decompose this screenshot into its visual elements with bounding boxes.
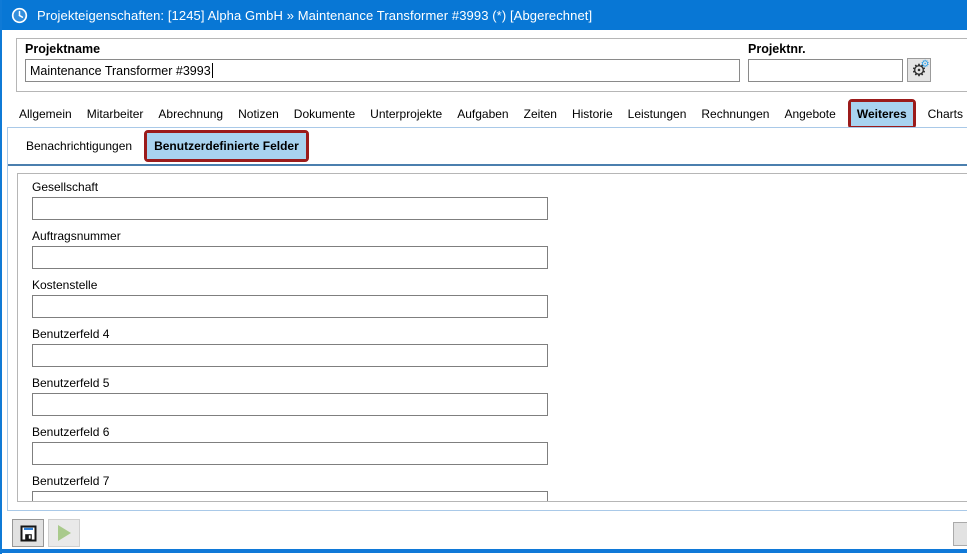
subtab-benutzerdefinierte-felder[interactable]: Benutzerdefinierte Felder [147, 133, 306, 159]
annotation-benutzerdefinierte-felder: Benutzerdefinierte Felder [144, 130, 309, 162]
project-properties-window: Projekteigenschaften: [1245] Alpha GmbH … [0, 0, 967, 554]
tab-angebote[interactable]: Angebote [781, 102, 838, 126]
field-benutzerfeld-4: Benutzerfeld 4 [32, 327, 967, 372]
field-label-benutzerfeld-6: Benutzerfeld 6 [32, 425, 967, 439]
projektname-value: Maintenance Transformer #3993 [30, 64, 211, 78]
projektname-input[interactable]: Maintenance Transformer #3993 [25, 59, 740, 82]
input-benutzerfeld-5[interactable] [32, 393, 548, 416]
field-label-auftragsnummer: Auftragsnummer [32, 229, 967, 243]
field-benutzerfeld-6: Benutzerfeld 6 [32, 425, 967, 470]
tab-unterprojekte[interactable]: Unterprojekte [367, 102, 445, 126]
window-title: Projekteigenschaften: [1245] Alpha GmbH … [37, 8, 592, 23]
tab-mitarbeiter[interactable]: Mitarbeiter [84, 102, 147, 126]
tab-aufgaben[interactable]: Aufgaben [454, 102, 511, 126]
partial-button[interactable] [953, 522, 967, 546]
field-benutzerfeld-7: Benutzerfeld 7 [32, 474, 967, 502]
subtab-benachrichtigungen[interactable]: Benachrichtigungen [22, 134, 136, 158]
clock-icon [11, 7, 28, 24]
weiteres-tab-panel: Benachrichtigungen Benutzerdefinierte Fel… [7, 127, 967, 511]
field-benutzerfeld-5: Benutzerfeld 5 [32, 376, 967, 421]
play-icon [58, 525, 71, 541]
tab-charts[interactable]: Charts [925, 102, 966, 126]
tab-zeiten[interactable]: Zeiten [521, 102, 560, 126]
input-benutzerfeld-4[interactable] [32, 344, 548, 367]
tab-notizen[interactable]: Notizen [235, 102, 282, 126]
input-kostenstelle[interactable] [32, 295, 548, 318]
main-tabbar: Allgemein Mitarbeiter Abrechnung Notizen Dok… [16, 99, 967, 129]
field-auftragsnummer: Auftragsnummer [32, 229, 967, 274]
projektname-label: Projektname [25, 42, 100, 56]
tab-weiteres[interactable]: Weiteres [851, 102, 913, 126]
bottom-accent-bar [2, 549, 967, 553]
field-label-gesellschaft: Gesellschaft [32, 180, 967, 194]
field-label-benutzerfeld-4: Benutzerfeld 4 [32, 327, 967, 341]
input-auftragsnummer[interactable] [32, 246, 548, 269]
tab-historie[interactable]: Historie [569, 102, 616, 126]
field-label-kostenstelle: Kostenstelle [32, 278, 967, 292]
tab-rechnungen[interactable]: Rechnungen [698, 102, 772, 126]
save-button[interactable] [12, 519, 44, 547]
titlebar[interactable]: Projekteigenschaften: [1245] Alpha GmbH … [2, 0, 967, 30]
run-button[interactable] [48, 519, 80, 547]
field-kostenstelle: Kostenstelle [32, 278, 967, 323]
sub-tabbar: Benachrichtigungen Benutzerdefinierte Fel… [8, 128, 967, 166]
floppy-disk-icon [19, 524, 38, 543]
input-gesellschaft[interactable] [32, 197, 548, 220]
projektnr-input[interactable] [748, 59, 903, 82]
field-label-benutzerfeld-7: Benutzerfeld 7 [32, 474, 967, 488]
field-gesellschaft: Gesellschaft [32, 180, 967, 225]
gear-icon: ⚙⚙ [911, 62, 926, 79]
tab-leistungen[interactable]: Leistungen [625, 102, 690, 126]
tab-abrechnung[interactable]: Abrechnung [155, 102, 226, 126]
projektnr-label: Projektnr. [748, 42, 806, 56]
input-benutzerfeld-7[interactable] [32, 491, 548, 502]
text-caret [212, 63, 213, 78]
small-gear-icon: ⚙ [921, 60, 930, 70]
project-number-settings-button[interactable]: ⚙⚙ [907, 58, 931, 82]
tab-allgemein[interactable]: Allgemein [16, 102, 75, 126]
tab-dokumente[interactable]: Dokumente [291, 102, 358, 126]
field-label-benutzerfeld-5: Benutzerfeld 5 [32, 376, 967, 390]
custom-fields-groupbox: Gesellschaft Auftragsnummer Kostenstelle Be… [17, 173, 967, 502]
project-header-groupbox: Projektname Maintenance Transformer #399… [16, 38, 967, 92]
input-benutzerfeld-6[interactable] [32, 442, 548, 465]
annotation-weiteres: Weiteres [848, 99, 916, 129]
